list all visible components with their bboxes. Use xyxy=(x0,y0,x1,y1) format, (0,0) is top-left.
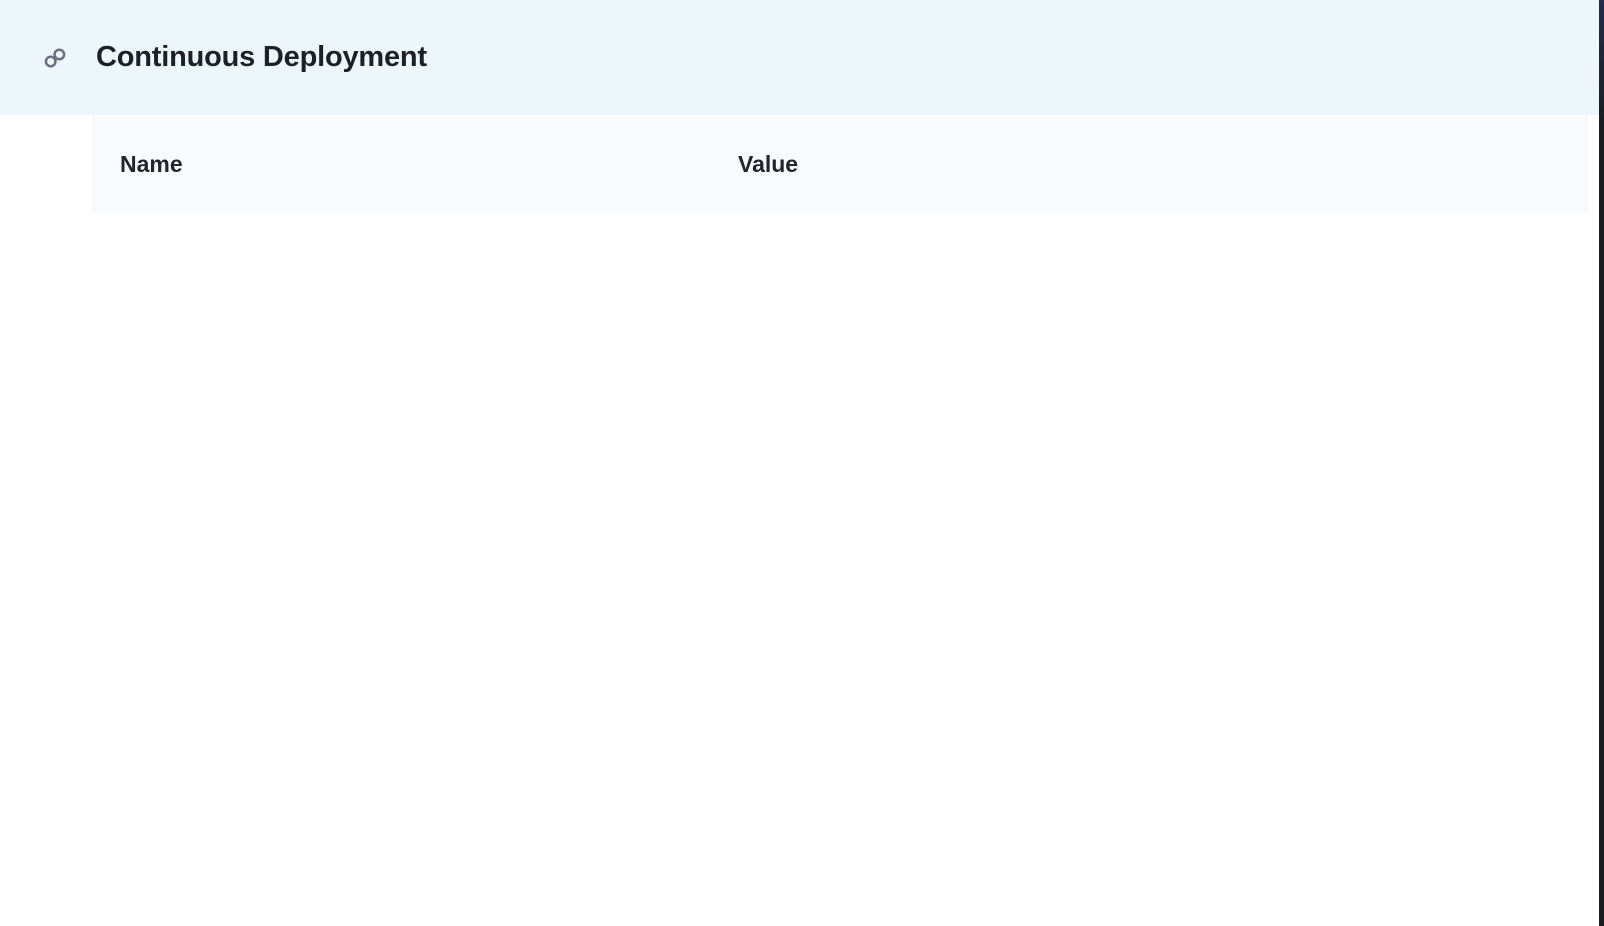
link-anchor-icon[interactable] xyxy=(42,45,68,71)
settings-table: Name Value xyxy=(92,115,1588,213)
column-header-name: Name xyxy=(92,151,700,178)
page-title: Continuous Deployment xyxy=(96,41,427,74)
table-header: Name Value xyxy=(92,115,1588,213)
section-header: Continuous Deployment xyxy=(0,0,1604,115)
screen-right-edge xyxy=(1599,0,1604,926)
settings-page: Continuous Deployment Name Value xyxy=(0,0,1604,926)
column-header-value: Value xyxy=(700,151,1264,178)
